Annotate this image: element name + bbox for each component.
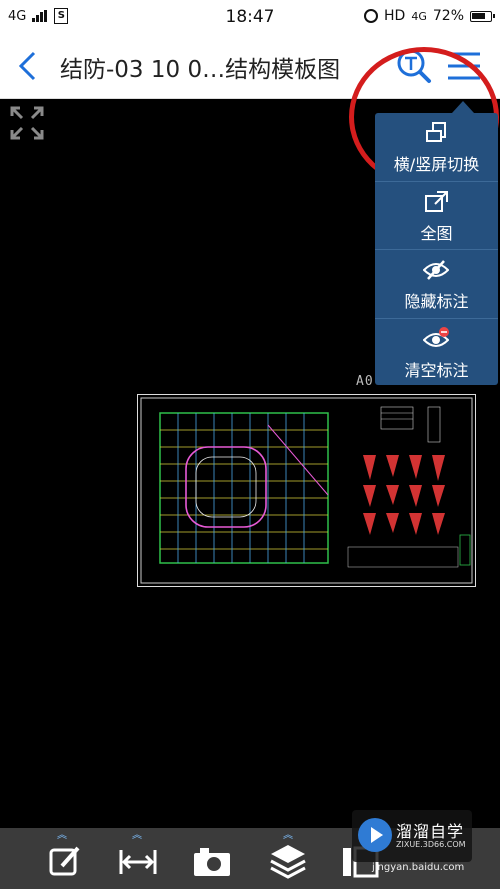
menu-item-clear[interactable]: 清空标注 [375,319,498,387]
menu-icon[interactable] [446,50,482,82]
page-title: 结防-03 10 0…结构模板图 [60,57,341,83]
menu-item-label: 全图 [420,224,453,243]
chevron-up-icon: ︽ [57,830,67,841]
fit-view-icon [425,191,448,212]
battery-icon [470,10,495,22]
cad-drawing[interactable] [137,394,476,587]
app-header: 结防-03 10 0…结构模板图 [0,34,500,99]
popup-arrow [452,101,474,113]
chevron-up-icon: ︽ [283,830,293,841]
rotate-screen-icon [426,122,446,142]
hide-annotation-icon [423,260,449,280]
text-search-icon[interactable] [396,48,432,84]
annotate-icon[interactable] [46,842,86,882]
menu-item-label: 清空标注 [404,361,469,380]
network-label-right: 4G [411,9,427,23]
menu-item-rotate[interactable]: 横/竖屏切换 [375,113,498,181]
menu-item-hide[interactable]: 隐藏标注 [375,250,498,318]
watermark-name: 溜溜自学 [396,822,465,841]
alarm-icon [364,9,379,23]
measure-icon[interactable] [118,842,158,882]
watermark-logo-icon [358,818,392,852]
clear-annotation-icon [423,327,449,347]
back-icon[interactable] [14,51,42,81]
hd-label: HD [384,8,406,24]
watermark-sub: ZIXUE.3D66.COM [396,840,466,849]
watermark-url: jingyan.baidu.com [372,862,465,873]
menu-item-label: 隐藏标注 [404,292,469,311]
status-bar: 4G S 18:47 HD 4G 72% [0,0,500,34]
status-right: HD 4G 72% [364,8,495,24]
camera-icon[interactable] [192,842,232,882]
chevron-up-icon: ︽ [132,830,142,841]
battery-level: 72% [432,8,464,24]
fullscreen-icon[interactable] [8,104,46,142]
watermark: 溜溜自学 ZIXUE.3D66.COM [352,810,472,862]
popup-menu: 横/竖屏切换 全图 隐藏标注 清空标注 [375,113,498,385]
menu-item-fit[interactable]: 全图 [375,182,498,250]
layers-icon[interactable] [268,842,308,882]
cad-drawing-canvas [140,397,473,584]
menu-item-label: 横/竖屏切换 [393,155,480,174]
